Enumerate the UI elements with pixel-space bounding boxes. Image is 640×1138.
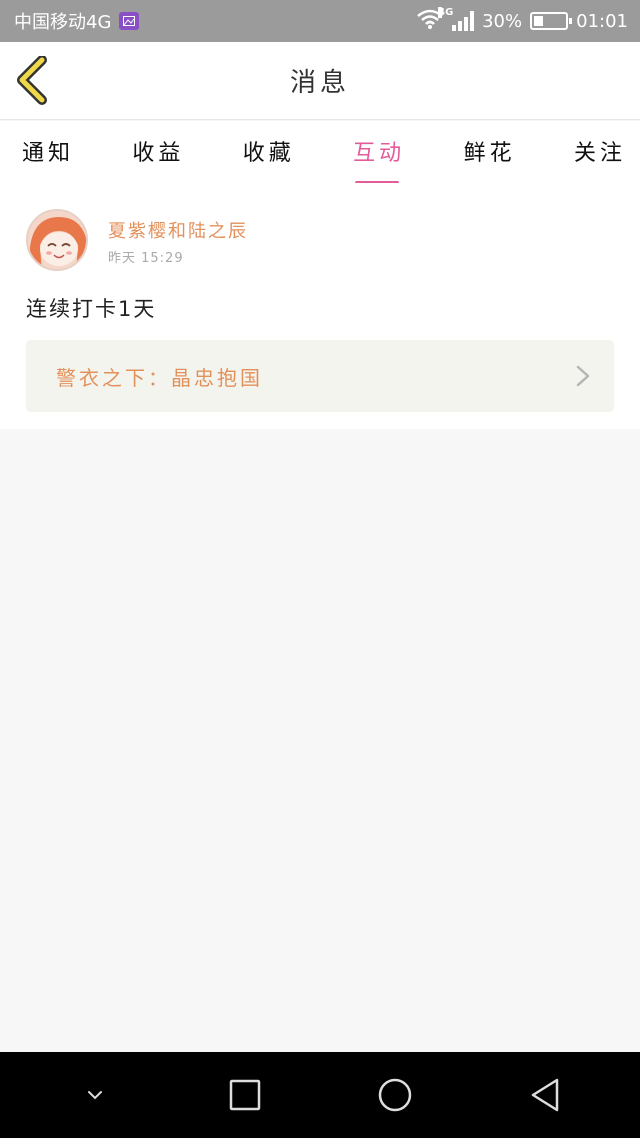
back-nav-button[interactable] [515,1065,575,1125]
status-bar: 中国移动4G 4G 30% 01:01 [0,0,640,42]
chevron-left-icon [17,55,47,105]
system-nav-bar [0,1052,640,1138]
chevron-down-icon [88,1091,102,1100]
header: 消息 [0,42,640,120]
tab-bar: 通知 收益 收藏 互动 鲜花 关注 [0,121,640,185]
tab-following[interactable]: 关注 [570,131,630,179]
triangle-back-icon [531,1078,559,1112]
username[interactable]: 夏紫樱和陆之辰 [108,217,248,243]
avatar[interactable] [26,209,88,271]
book-link-title: 警衣之下：晶忠抱国 [56,365,263,390]
clock: 01:01 [576,10,628,32]
tab-interactions[interactable]: 互动 [349,131,409,185]
recents-button[interactable] [215,1065,275,1125]
anime-avatar-image [28,211,86,269]
status-right: 4G 30% 01:01 [416,7,628,35]
page-title: 消息 [289,68,350,98]
tab-notifications[interactable]: 通知 [18,131,78,179]
carrier-label: 中国移动4G [14,12,112,33]
gallery-notification-icon [119,12,140,30]
back-button[interactable] [14,55,54,106]
square-icon [229,1079,261,1111]
chevron-right-icon [576,365,590,387]
battery-icon [530,12,573,30]
timestamp: 昨天 15:29 [108,251,184,266]
hide-nav-button[interactable] [65,1065,125,1125]
network-type-label: 4G [438,7,454,18]
status-left: 中国移动4G [14,8,140,34]
battery-percent: 30% [482,10,523,32]
home-button[interactable] [365,1065,425,1125]
tab-flowers[interactable]: 鲜花 [460,131,520,179]
circle-icon [378,1078,412,1112]
message-text: 连续打卡1天 [26,297,157,321]
interaction-item: 夏紫樱和陆之辰 昨天 15:29 连续打卡1天 警衣之下：晶忠抱国 [0,183,640,429]
tab-earnings[interactable]: 收益 [128,131,188,179]
battery-level-fill [534,16,544,26]
cell-signal-icon: 4G [438,7,475,31]
book-link-card[interactable]: 警衣之下：晶忠抱国 [26,340,614,412]
tab-favorites[interactable]: 收藏 [239,131,299,179]
